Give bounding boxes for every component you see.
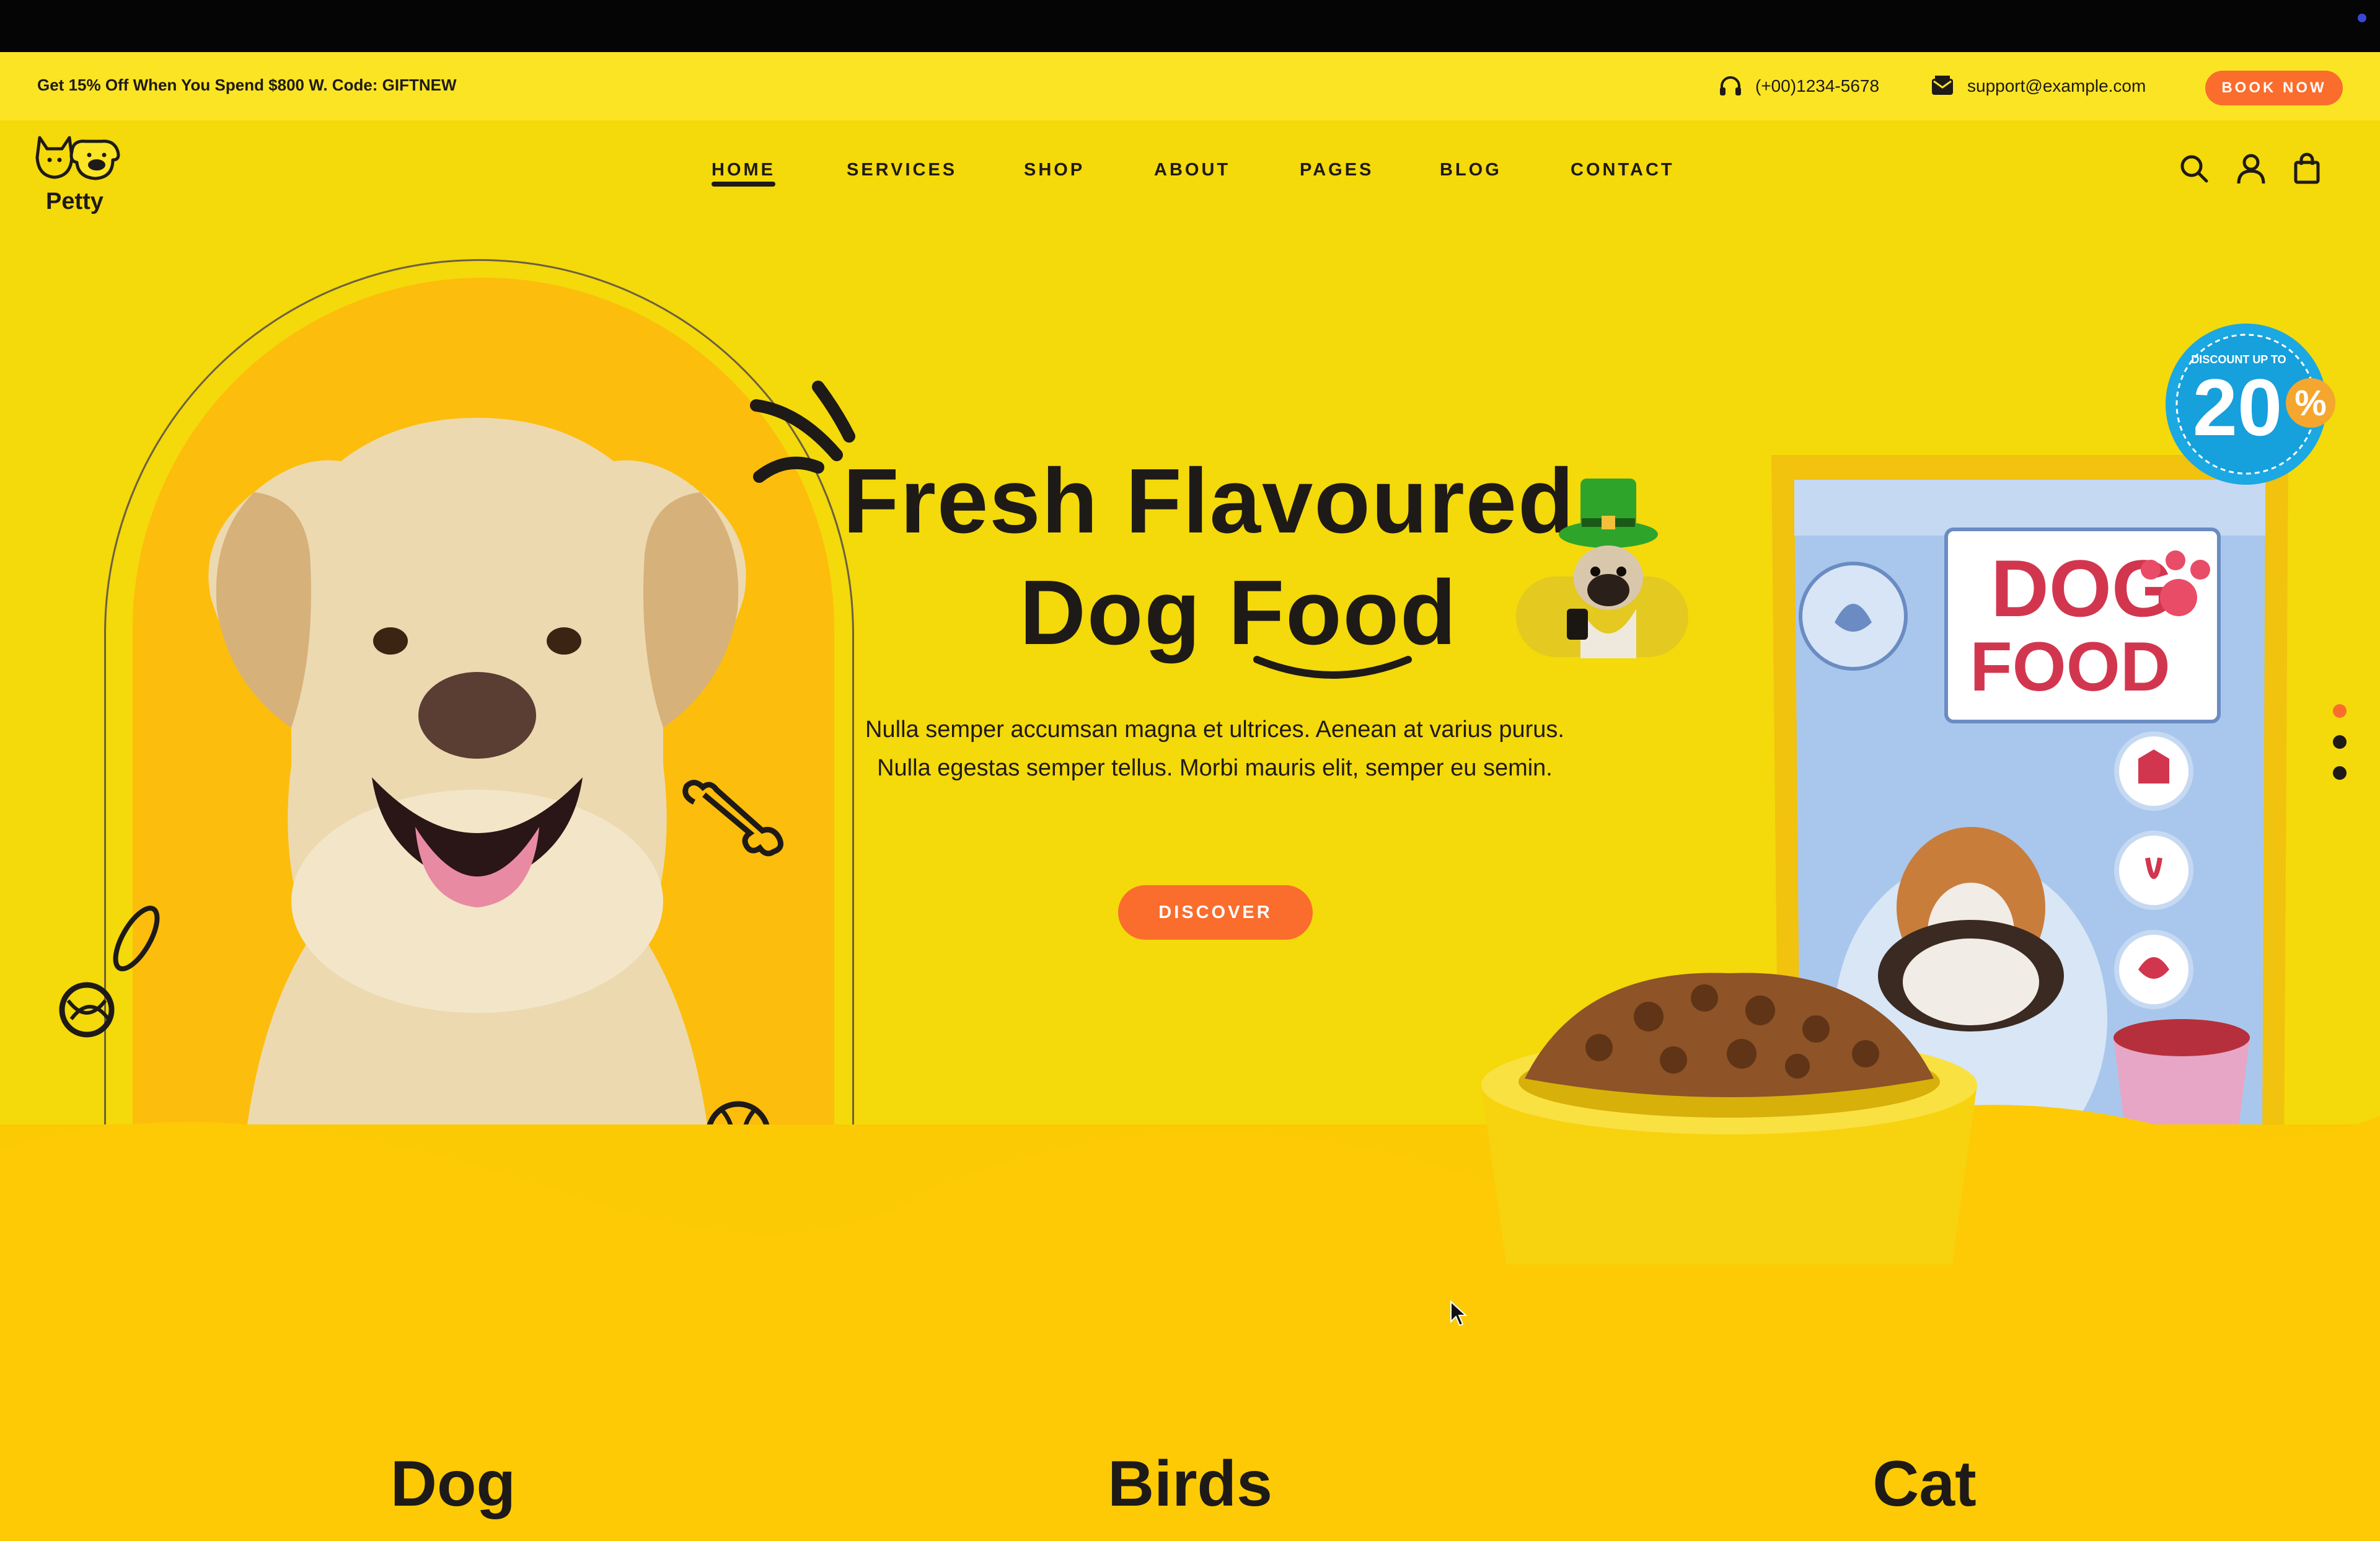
mouse-cursor-icon — [1450, 1300, 1468, 1327]
book-now-button[interactable]: BOOK NOW — [2205, 71, 2343, 105]
email-address: support@example.com — [1967, 76, 2146, 95]
wave-divider — [0, 1105, 2380, 1277]
shopping-bag-icon[interactable] — [2290, 151, 2324, 186]
os-top-bar — [0, 0, 2380, 52]
promo-text: Get 15% Off When You Spend $800 W. Code:… — [37, 76, 457, 94]
mail-icon — [1932, 76, 1953, 95]
rope-ball-toy-icon — [59, 906, 160, 1038]
category-birds[interactable]: Birds — [1035, 1447, 1345, 1521]
contact-phone[interactable]: (+00)1234-5678 — [1717, 73, 1879, 99]
nav-item-about[interactable]: ABOUT — [1154, 160, 1230, 180]
bone-toy-icon — [682, 780, 784, 857]
slider-dot-3[interactable] — [2333, 766, 2347, 780]
food-bowl-image — [1481, 973, 1977, 1277]
phone-number: (+00)1234-5678 — [1755, 76, 1880, 95]
discover-button[interactable]: DISCOVER — [1118, 885, 1313, 940]
categories-section: Dog Birds Cat — [0, 1265, 2380, 1541]
nav-item-contact[interactable]: CONTACT — [1571, 160, 1675, 180]
user-icon[interactable] — [2234, 151, 2268, 186]
bag-title-line1: DOG — [1991, 543, 2174, 634]
status-indicator-icon — [2358, 14, 2366, 22]
headset-icon — [1720, 76, 1741, 95]
nav-item-shop[interactable]: SHOP — [1024, 160, 1085, 180]
discount-badge: DISCOUNT UP TO 20 % — [2166, 324, 2335, 485]
hero-description: Nulla semper accumsan magna et ultrices.… — [865, 717, 1564, 781]
nav-item-pages[interactable]: PAGES — [1300, 160, 1373, 180]
hero-title-line2: Dog Food — [1020, 562, 1458, 664]
category-dog[interactable]: Dog — [298, 1447, 608, 1521]
pug-with-hat-image — [1559, 479, 1658, 658]
slider-dot-2[interactable] — [2333, 735, 2347, 749]
bag-title-line2: FOOD — [1970, 628, 2171, 705]
nav-item-home[interactable]: HOME — [712, 160, 775, 187]
search-icon[interactable] — [2177, 151, 2211, 186]
discount-unit: % — [2294, 383, 2327, 423]
category-cat[interactable]: Cat — [1770, 1447, 2079, 1521]
contact-email[interactable]: support@example.com — [1929, 73, 2146, 99]
nav-item-blog[interactable]: BLOG — [1440, 160, 1502, 180]
title-underline-swash — [1253, 656, 1412, 679]
nav-item-services[interactable]: SERVICES — [847, 160, 957, 180]
labrador-image — [208, 418, 746, 1124]
hero-section: Fresh Flavoured Dog Food Nulla semper ac… — [0, 226, 2380, 1124]
promo-bar: Get 15% Off When You Spend $800 W. Code:… — [0, 52, 2380, 120]
main-nav: HOME SERVICES SHOP ABOUT PAGES BLOG CONT… — [0, 160, 2380, 197]
discount-value: 20 — [2193, 362, 2283, 453]
site-header: Petty HOME SERVICES SHOP ABOUT PAGES BLO… — [0, 120, 2380, 226]
slider-dot-1[interactable] — [2333, 704, 2347, 718]
hero-title-line1: Fresh Flavoured — [843, 450, 1576, 552]
